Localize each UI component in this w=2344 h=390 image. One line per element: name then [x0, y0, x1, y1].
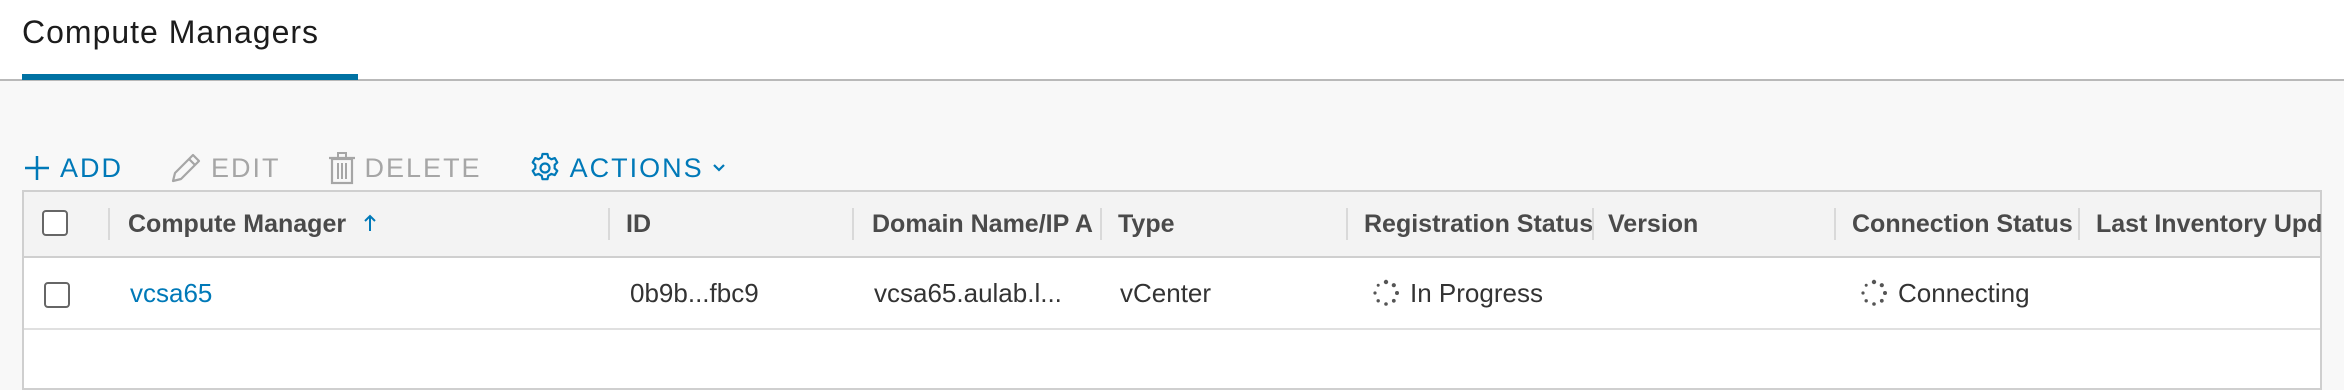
column-header-label: Registration Status — [1364, 210, 1592, 238]
cell-registration-status: In Progress — [1372, 258, 1592, 328]
add-button[interactable]: ADD — [22, 153, 123, 184]
column-header-label: Version — [1608, 210, 1699, 238]
column-header-connection-status[interactable]: Connection Status — [1852, 192, 2078, 256]
column-header-domain-name[interactable]: Domain Name/IP A — [872, 192, 1120, 256]
delete-button[interactable]: DELETE — [327, 151, 482, 185]
column-header-id[interactable]: ID — [626, 192, 846, 256]
column-header-label: Domain Name/IP A — [872, 210, 1093, 238]
select-all-checkbox[interactable] — [42, 210, 68, 236]
spinner-icon — [1372, 279, 1400, 307]
gear-icon — [528, 151, 562, 185]
column-header-label: Connection Status — [1852, 210, 2073, 238]
column-header-version[interactable]: Version — [1608, 192, 1828, 256]
actions-dropdown-label: ACTIONS — [569, 152, 704, 183]
chevron-down-icon — [712, 163, 726, 173]
row-select-checkbox[interactable] — [44, 282, 70, 308]
column-separator[interactable] — [852, 208, 854, 240]
tab-compute-managers[interactable]: Compute Managers — [22, 0, 321, 81]
cell-type: vCenter — [1120, 278, 1212, 308]
column-separator[interactable] — [1834, 208, 1836, 240]
column-separator[interactable] — [1346, 208, 1348, 240]
column-separator[interactable] — [608, 208, 610, 240]
pencil-icon — [169, 151, 203, 185]
tab-label: Compute Managers — [22, 14, 320, 50]
action-toolbar: ADD EDIT DELETE ACTIONS — [22, 148, 772, 188]
column-header-label: Last Inventory Upd — [2096, 210, 2322, 238]
grid-header: Compute Manager ID Domain Name/IP A Type… — [24, 192, 2322, 258]
add-button-label: ADD — [60, 152, 124, 183]
actions-dropdown[interactable]: ACTIONS — [528, 151, 726, 185]
column-separator[interactable] — [108, 208, 110, 240]
spinner-icon — [1860, 279, 1888, 307]
table-row[interactable]: vcsa65 0b9b...fbc9 vcsa65.aulab.l... vCe… — [24, 258, 2320, 330]
cell-last-inventory-update — [2098, 258, 2318, 328]
cell-id: 0b9b...fbc9 — [630, 278, 759, 308]
cell-version — [1610, 258, 1830, 328]
cell-domain: vcsa65.aulab.l... — [874, 278, 1062, 308]
column-separator[interactable] — [2078, 208, 2080, 240]
page-header: Compute Managers — [0, 0, 2344, 81]
active-tab-indicator — [22, 74, 358, 80]
column-header-type[interactable]: Type — [1118, 192, 1338, 256]
column-separator[interactable] — [1100, 208, 1102, 240]
column-header-last-inventory-update[interactable]: Last Inventory Upd — [2096, 192, 2322, 256]
trash-icon — [327, 151, 357, 185]
compute-managers-grid: Compute Manager ID Domain Name/IP A Type… — [22, 190, 2322, 390]
cell-connection-status: Connecting — [1860, 258, 2076, 328]
column-separator[interactable] — [1592, 208, 1594, 240]
delete-button-label: DELETE — [364, 152, 482, 183]
plus-icon — [22, 153, 52, 183]
edit-button[interactable]: EDIT — [169, 151, 281, 185]
compute-manager-link[interactable]: vcsa65 — [130, 258, 600, 328]
connection-status-text: Connecting — [1898, 278, 2030, 308]
column-header-label: Type — [1118, 210, 1175, 238]
column-header-label: ID — [626, 210, 651, 238]
column-header-label: Compute Manager — [128, 210, 347, 238]
column-header-registration-status[interactable]: Registration Status — [1364, 192, 1592, 256]
edit-button-label: EDIT — [211, 152, 281, 183]
registration-status-text: In Progress — [1410, 278, 1543, 308]
sort-ascending-arrow-icon — [363, 193, 377, 256]
column-header-compute-manager[interactable]: Compute Manager — [128, 192, 428, 256]
